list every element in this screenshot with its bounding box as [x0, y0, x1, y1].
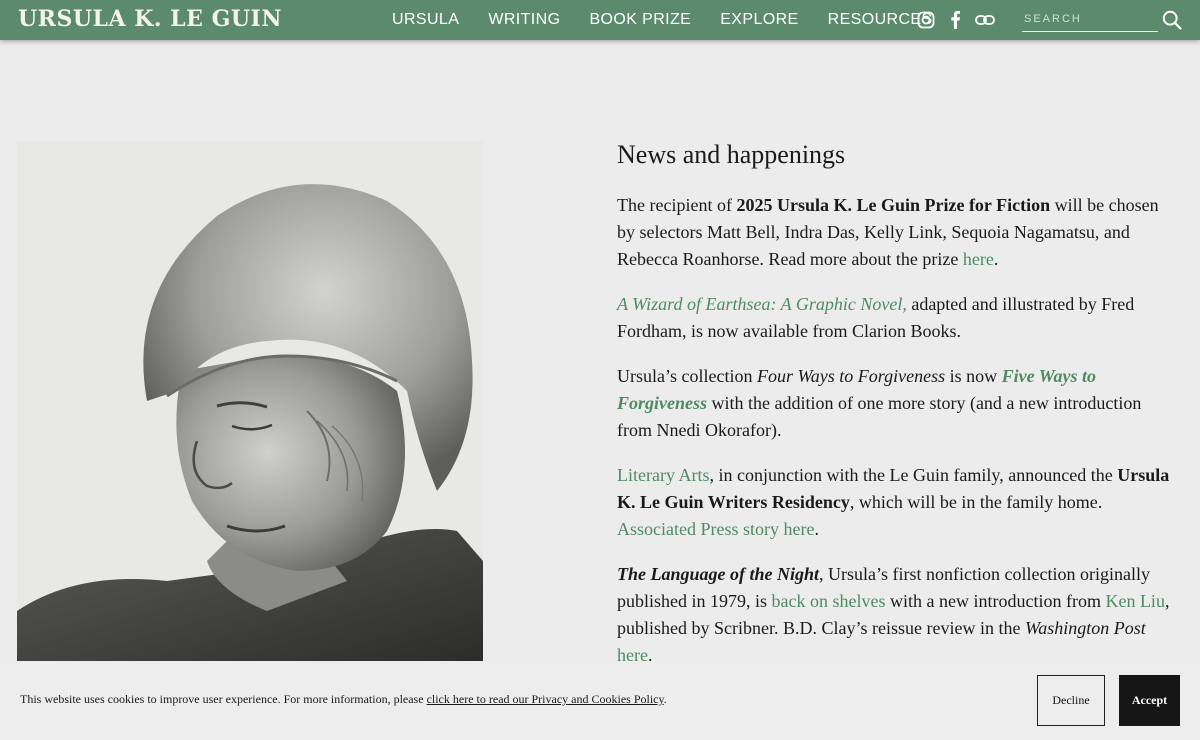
news-item-residency: Literary Arts, in conjunction with the L…: [617, 462, 1177, 543]
site-logo[interactable]: URSULA K. LE GUIN: [18, 6, 282, 32]
ken-liu-link[interactable]: Ken Liu: [1105, 591, 1164, 611]
nav-item-writing[interactable]: WRITING: [488, 11, 560, 29]
news-text: is now: [945, 366, 1002, 386]
news-section: News and happenings The recipient of 202…: [617, 140, 1177, 687]
news-item-language-of-night: The Language of the Night, Ursula’s firs…: [617, 561, 1177, 669]
back-on-shelves-link[interactable]: back on shelves: [772, 591, 886, 611]
news-text: with a new introduction from: [885, 591, 1106, 611]
nav-item-explore[interactable]: EXPLORE: [720, 11, 798, 29]
cookie-message: This website uses cookies to improve use…: [20, 692, 667, 707]
book-title: The Language of the Night: [617, 564, 820, 584]
link-icon[interactable]: [975, 13, 995, 32]
news-text: , in conjunction with the Le Guin family…: [709, 465, 1118, 485]
decline-button[interactable]: Decline: [1037, 675, 1105, 726]
cookie-banner: This website uses cookies to improve use…: [0, 662, 1200, 740]
search-input[interactable]: [1022, 8, 1158, 30]
page-title: News and happenings: [617, 140, 846, 169]
top-navigation-bar: URSULA K. LE GUIN URSULA WRITING BOOK PR…: [0, 0, 1200, 40]
graphic-novel-link[interactable]: A Wizard of Earthsea: A Graphic Novel,: [617, 294, 907, 314]
literary-arts-link[interactable]: Literary Arts: [617, 465, 709, 485]
search-icon[interactable]: [1162, 10, 1182, 35]
news-text: , which will be in the family home.: [849, 492, 1103, 512]
news-text: .: [993, 249, 999, 269]
nav-item-ursula[interactable]: URSULA: [392, 11, 459, 29]
prize-name: 2025 Ursula K. Le Guin Prize for Fiction: [736, 195, 1051, 215]
portrait-photo: [17, 141, 483, 661]
prize-here-link[interactable]: here: [963, 249, 994, 269]
cookie-text: This website uses cookies to improve use…: [20, 692, 427, 706]
news-text: Ursula’s collection: [617, 366, 757, 386]
instagram-icon[interactable]: [917, 11, 935, 34]
ap-story-link[interactable]: Associated Press story here: [617, 519, 814, 539]
accept-button[interactable]: Accept: [1119, 675, 1180, 726]
facebook-icon[interactable]: [949, 10, 961, 34]
nav-item-book-prize[interactable]: BOOK PRIZE: [589, 11, 691, 29]
publication-name: Washington Post: [1024, 618, 1146, 638]
search-field-wrapper: [1022, 8, 1158, 32]
news-item-prize: The recipient of 2025 Ursula K. Le Guin …: [617, 192, 1177, 273]
news-text: The recipient of: [617, 195, 737, 215]
book-title: Four Ways to Forgiveness: [756, 366, 946, 386]
news-item-graphic-novel: A Wizard of Earthsea: A Graphic Novel, a…: [617, 291, 1177, 345]
portrait-illustration: [17, 141, 483, 661]
main-nav: URSULA WRITING BOOK PRIZE EXPLORE RESOUR…: [392, 0, 962, 40]
news-item-forgiveness: Ursula’s collection Four Ways to Forgive…: [617, 363, 1177, 444]
social-links: [917, 10, 1009, 34]
news-text: .: [814, 519, 819, 539]
privacy-policy-link[interactable]: click here to read our Privacy and Cooki…: [427, 692, 664, 706]
cookie-text: .: [663, 692, 667, 706]
